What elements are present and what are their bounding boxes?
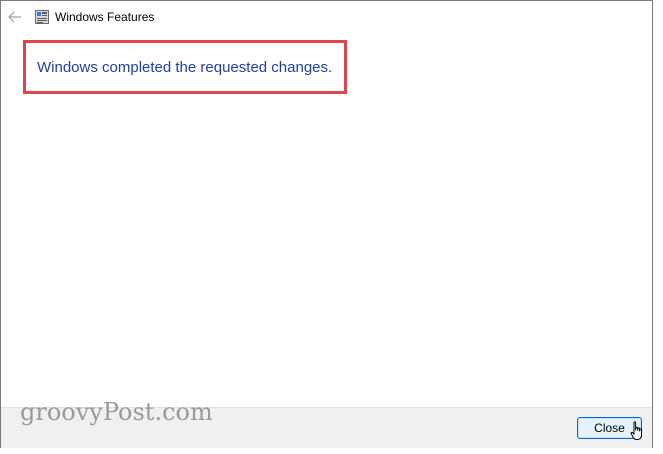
content-area: Windows completed the requested changes.	[1, 33, 652, 407]
windows-features-dialog: Windows Features Windows completed the r…	[0, 0, 653, 448]
watermark: groovyPost.com	[20, 398, 213, 426]
completion-message: Windows completed the requested changes.	[37, 59, 333, 76]
back-arrow-icon	[8, 11, 21, 23]
hand-pointer-icon	[630, 421, 642, 440]
title-bar: Windows Features	[1, 1, 652, 33]
windows-features-icon	[35, 10, 49, 24]
window-title: Windows Features	[55, 10, 155, 24]
back-button[interactable]	[3, 5, 27, 29]
